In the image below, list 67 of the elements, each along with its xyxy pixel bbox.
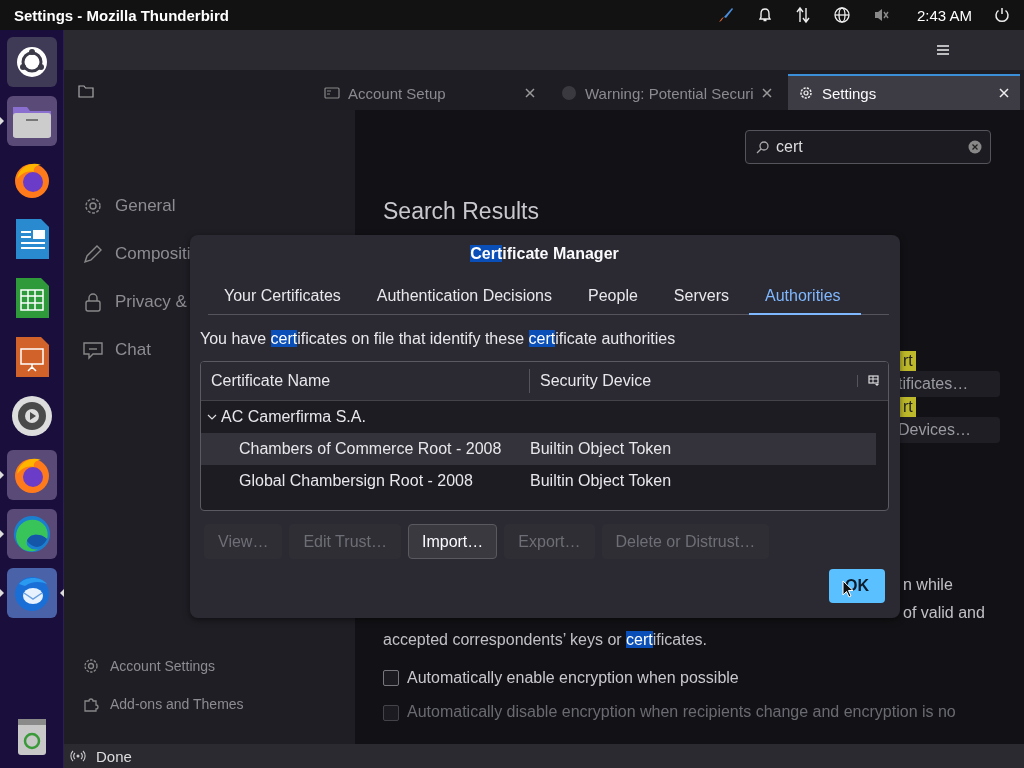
column-header[interactable]: Certificate Name [201, 369, 529, 393]
sidebar-item[interactable]: Chat [82, 334, 151, 366]
sidebar-link[interactable]: Add-ons and Themes [82, 693, 244, 714]
checkbox[interactable] [383, 670, 399, 686]
tab[interactable]: Servers [657, 279, 749, 315]
tree-row[interactable]: AC Camerfirma S.A. [201, 401, 876, 433]
bell-icon[interactable] [756, 7, 773, 23]
tab-label: Settings [822, 84, 878, 102]
chevron-icon [207, 412, 217, 422]
sidebar-label: Compositi [115, 244, 191, 264]
tab[interactable]: People [572, 279, 658, 315]
arrows-icon[interactable] [794, 6, 811, 24]
table-cell: Builtin Object Token [530, 472, 672, 490]
tab[interactable]: Warning: Potential Securi [551, 74, 783, 110]
paragraph-text: of valid and [903, 603, 986, 623]
sidebar-label: Chat [115, 340, 151, 360]
pencil-icon [82, 243, 104, 265]
dialog-button[interactable]: Import… [407, 524, 498, 559]
tab[interactable]: Authentication Decisions [360, 279, 572, 315]
sidebar-label: Account Settings [110, 657, 216, 674]
clear-icon[interactable] [968, 140, 982, 154]
search-match-badge: rt [900, 397, 916, 417]
checkbox-label: Automatically enable encryption when possible [407, 669, 739, 687]
circle-icon [561, 85, 577, 101]
tab[interactable]: Your Certificates [208, 279, 361, 315]
column-picker-icon[interactable] [857, 375, 880, 387]
sidebar-label: Privacy & [115, 292, 187, 312]
brush-icon[interactable] [716, 6, 735, 24]
circle-logo-icon [14, 45, 49, 79]
sidebar-label: Add-ons and Themes [110, 695, 244, 712]
close-icon[interactable] [761, 87, 773, 99]
checkbox-label: Automatically disable encryption when recipients change and encryption is no [407, 703, 956, 721]
menu-icon[interactable] [936, 44, 950, 56]
globe-icon[interactable] [832, 6, 851, 24]
search-field[interactable]: cert [745, 130, 991, 164]
sidebar-item[interactable]: Compositi [82, 238, 191, 270]
sidebar-item[interactable]: General [82, 190, 176, 222]
tab-label: Account Setup [348, 84, 447, 102]
sidebar-label: General [115, 196, 176, 216]
search-match-badge: rt [900, 351, 916, 371]
card-icon [324, 86, 340, 100]
muted-speaker-icon[interactable] [872, 7, 891, 23]
sidebar-link[interactable]: Account Settings [82, 655, 216, 676]
paragraph-text: n while [903, 575, 954, 595]
search-icon [756, 140, 770, 154]
description-text: You have certificates on file that identify these certificate authorities [200, 329, 677, 349]
dialog-title: Certificate Manager [470, 244, 619, 264]
table-cell-text: Global Chambersign Root - 2008 [238, 472, 474, 490]
lock-icon [82, 291, 104, 313]
show-apps-button[interactable] [6, 37, 57, 87]
table-cell-text: Chambers of Commerce Root - 2008 [238, 440, 503, 458]
sidebar-item[interactable]: Privacy & [82, 286, 187, 318]
table-cell: Builtin Object Token [530, 440, 672, 458]
tab[interactable]: Account Setup [314, 74, 546, 110]
broadcast-icon [70, 750, 86, 762]
close-icon[interactable] [524, 87, 536, 99]
tab[interactable]: Settings [788, 74, 1020, 110]
page-heading: Search Results [383, 198, 540, 225]
tab-label: Warning: Potential Securi [585, 84, 753, 102]
clock[interactable]: 2:43 AM [916, 6, 972, 24]
column-header[interactable]: Security Device [529, 369, 857, 393]
power-icon[interactable] [994, 7, 1010, 23]
tab[interactable]: Authorities [748, 279, 861, 315]
chat-icon [82, 339, 104, 361]
folder-icon[interactable] [78, 84, 94, 98]
status-text: Done [96, 747, 132, 765]
window-title: Settings - Mozilla Thunderbird [14, 6, 229, 24]
